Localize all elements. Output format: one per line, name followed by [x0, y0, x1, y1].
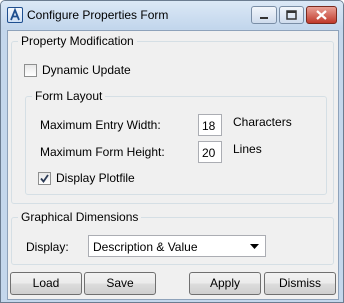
dismiss-button[interactable]: Dismiss — [264, 272, 336, 295]
max-form-height-label: Maximum Form Height: — [40, 145, 165, 159]
display-plotfile-label: Display Plotfile — [56, 171, 135, 185]
dynamic-update-label: Dynamic Update — [42, 63, 131, 77]
minimize-button[interactable] — [251, 6, 277, 24]
maximize-button[interactable] — [279, 6, 304, 24]
display-dropdown-value: Description & Value — [93, 240, 198, 254]
apply-button[interactable]: Apply — [189, 272, 261, 295]
max-entry-width-unit: Characters — [233, 115, 292, 129]
display-dropdown[interactable]: Description & Value — [88, 235, 266, 257]
form-layout-legend: Form Layout — [32, 89, 106, 103]
max-entry-width-label: Maximum Entry Width: — [40, 118, 161, 132]
window-title: Configure Properties Form — [27, 8, 169, 22]
save-button[interactable]: Save — [84, 272, 156, 295]
max-entry-width-value: 18 — [202, 119, 216, 133]
max-form-height-value: 20 — [202, 146, 216, 160]
close-button[interactable] — [306, 6, 337, 24]
chevron-down-icon — [250, 244, 259, 249]
property-modification-legend: Property Modification — [18, 34, 137, 48]
max-form-height-unit: Lines — [233, 142, 262, 156]
display-plotfile-checkbox[interactable] — [38, 172, 51, 185]
display-label: Display: — [26, 240, 69, 254]
graphical-dimensions-legend: Graphical Dimensions — [18, 210, 142, 224]
dialog-client-area: Property Modification Dynamic Update For… — [7, 30, 339, 300]
configure-properties-window: Configure Properties Form Property Modif… — [0, 0, 344, 303]
max-form-height-input[interactable]: 20 — [198, 141, 222, 163]
app-icon — [7, 7, 23, 23]
max-entry-width-input[interactable]: 18 — [198, 114, 222, 136]
load-button[interactable]: Load — [10, 272, 82, 295]
checkmark-icon — [40, 174, 49, 183]
dynamic-update-checkbox[interactable] — [24, 64, 37, 77]
title-bar[interactable]: Configure Properties Form — [1, 1, 343, 29]
